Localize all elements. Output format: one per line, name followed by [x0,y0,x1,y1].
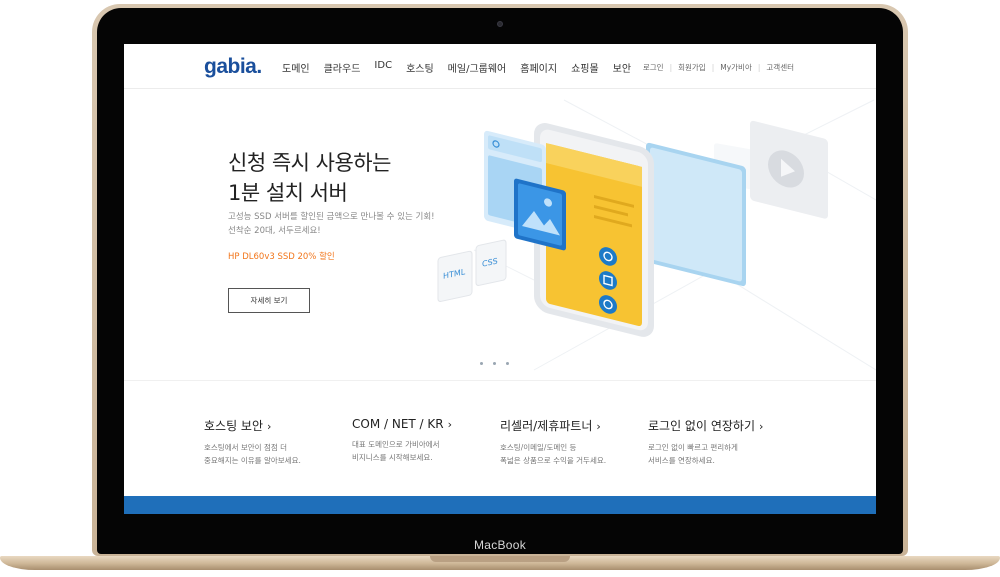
hero-illustration: HTML CSS [437,99,876,371]
signup-link[interactable]: 회원가입 [678,62,706,73]
camera-icon [497,21,503,27]
gabia-logo[interactable]: gabia. [204,55,262,79]
support-link[interactable]: 고객센터 [766,62,794,73]
hero-detail-button[interactable]: 자세히 보기 [228,288,310,313]
chevron-right-icon: › [447,418,453,431]
nav-item-security[interactable]: 보안 [613,60,631,75]
hero-title: 신청 즉시 사용하는 1분 설치 서버 [228,151,391,205]
site-header: gabia. 도메인 클라우드 IDC 호스팅 메일/그룹웨어 홈페이지 쇼핑몰… [124,44,876,89]
divider: | [711,63,715,72]
carousel-dots [480,362,509,365]
nav-item-shoppingmall[interactable]: 쇼핑몰 [571,60,599,75]
divider: | [757,63,761,72]
feature-links: 호스팅 보안 › 호스팅에서 보안이 점점 더 중요해지는 이유를 알아보세요. … [124,380,876,496]
nav-item-domain[interactable]: 도메인 [282,60,310,75]
feature-description: 호스팅에서 보안이 점점 더 중요해지는 이유를 알아보세요. [204,443,301,465]
feature-title: 리셀러/제휴파트너 [500,419,593,433]
divider: | [669,63,673,72]
nav-item-idc[interactable]: IDC [374,60,392,75]
carousel-dot[interactable] [493,362,496,365]
carousel-dot[interactable] [480,362,483,365]
feature-renew-without-login[interactable]: 로그인 없이 연장하기 › 로그인 없이 빠르고 편리하게 서비스를 연장하세요. [648,417,788,467]
feature-title: 호스팅 보안 [204,419,264,433]
nav-item-mail[interactable]: 메일/그룹웨어 [448,60,507,75]
browser-screen: gabia. 도메인 클라우드 IDC 호스팅 메일/그룹웨어 홈페이지 쇼핑몰… [124,44,876,514]
macbook-mockup: gabia. 도메인 클라우드 IDC 호스팅 메일/그룹웨어 홈페이지 쇼핑몰… [0,0,1000,577]
bottom-blue-bar [124,496,876,514]
nav-item-cloud[interactable]: 클라우드 [324,60,361,75]
hero-banner: 신청 즉시 사용하는 1분 설치 서버 고성능 SSD 서버를 할인된 금액으로… [124,90,876,380]
feature-hosting-security[interactable]: 호스팅 보안 › 호스팅에서 보안이 점점 더 중요해지는 이유를 알아보세요. [204,417,344,467]
utility-links: 로그인 | 회원가입 | My가비아 | 고객센터 [643,62,794,73]
login-link[interactable]: 로그인 [643,62,664,73]
feature-description: 로그인 없이 빠르고 편리하게 서비스를 연장하세요. [648,443,738,465]
video-card-icon [750,120,828,219]
nav-item-hosting[interactable]: 호스팅 [406,60,434,75]
main-nav: 도메인 클라우드 IDC 호스팅 메일/그룹웨어 홈페이지 쇼핑몰 보안 [282,60,631,75]
feature-reseller[interactable]: 리셀러/제휴파트너 › 호스팅/이메일/도메인 등 폭넓은 상품으로 수익을 거두… [500,417,640,467]
feature-title: COM / NET / KR [352,417,444,431]
macbook-label: MacBook [473,538,527,552]
feature-domains[interactable]: COM / NET / KR › 대표 도메인으로 가비아에서 비지니스를 시작해… [352,417,492,464]
carousel-dot[interactable] [506,362,509,365]
chevron-right-icon: › [759,420,764,433]
feature-description: 호스팅/이메일/도메인 등 폭넓은 상품으로 수익을 거두세요. [500,443,607,465]
chevron-right-icon: › [267,420,272,433]
feature-description: 대표 도메인으로 가비아에서 비지니스를 시작해보세요. [352,440,440,462]
mygabia-link[interactable]: My가비아 [720,62,752,73]
chevron-right-icon: › [596,420,601,433]
hero-promo[interactable]: HP DL60v3 SSD 20% 할인 [228,250,335,262]
laptop-notch [430,556,570,562]
nav-item-homepage[interactable]: 홈페이지 [520,60,557,75]
feature-title: 로그인 없이 연장하기 [648,419,755,433]
